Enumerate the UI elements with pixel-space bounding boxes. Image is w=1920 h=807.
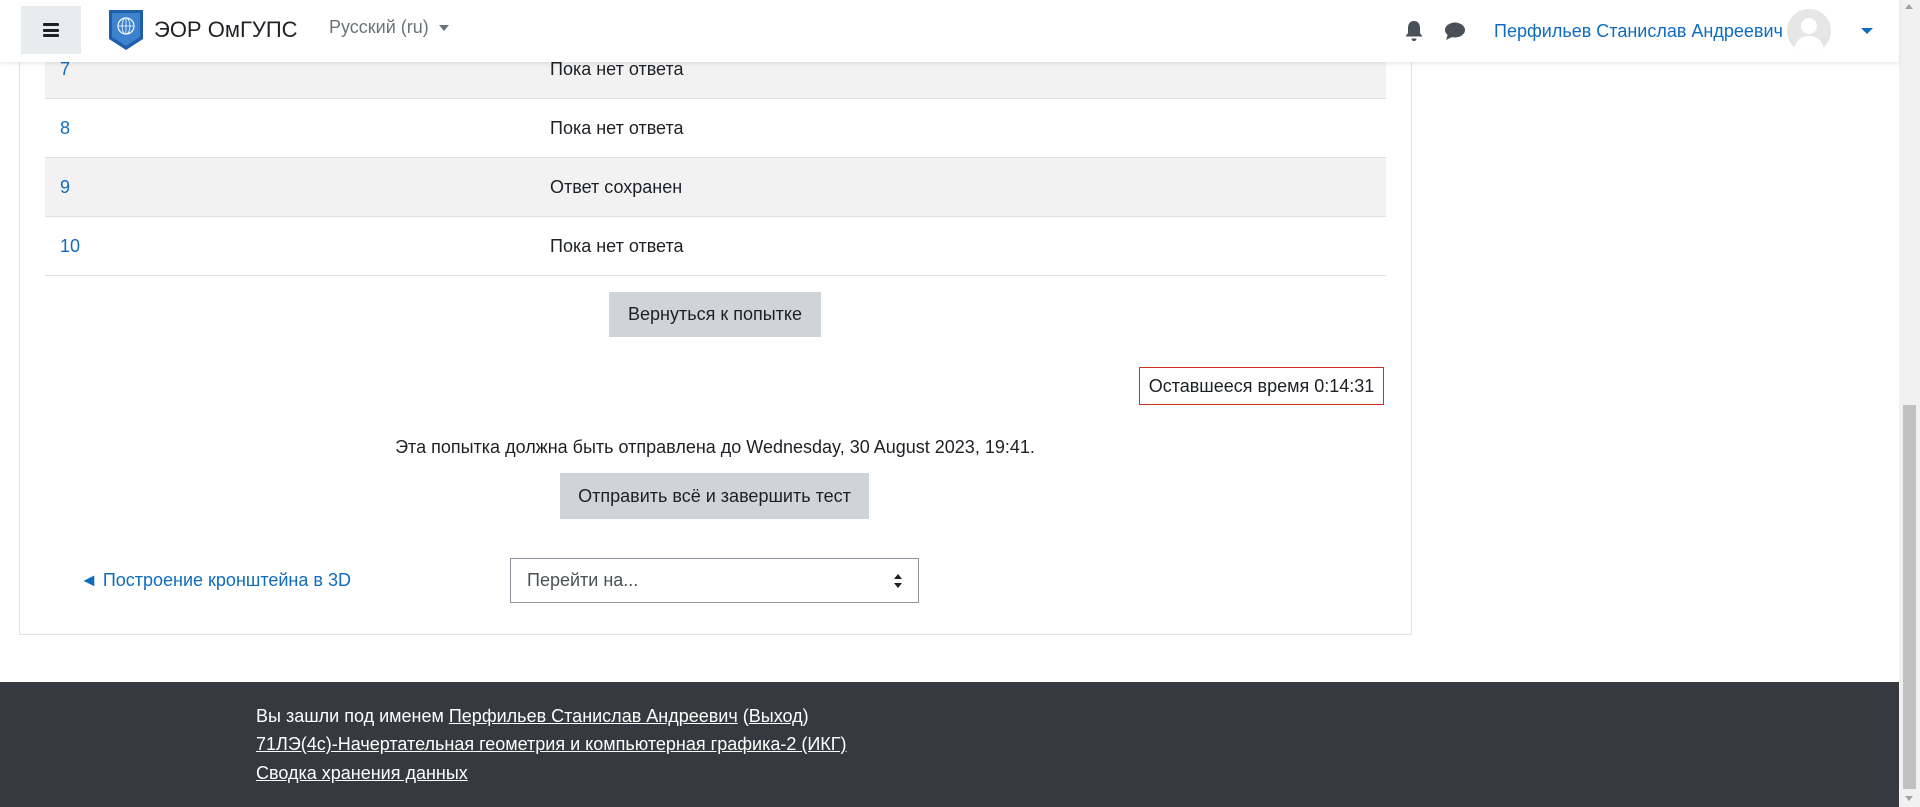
drawer-toggle-button[interactable] [21, 6, 81, 54]
submit-all-and-finish-button[interactable]: Отправить всё и завершить тест [560, 473, 869, 519]
scroll-thumb[interactable] [1903, 405, 1916, 789]
site-name: ЭОР ОмГУПС [154, 17, 298, 42]
site-brand-link[interactable]: ЭОР ОмГУПС [108, 8, 298, 52]
previous-activity-link[interactable]: ◄ Построение кронштейна в 3D [80, 570, 351, 591]
table-row: 10 Пока нет ответа [45, 216, 1386, 276]
chevron-down-icon [1860, 28, 1873, 34]
question-link[interactable]: 8 [60, 118, 70, 138]
user-menu[interactable]: Перфильев Станислав Андреевич [1494, 8, 1873, 54]
language-label: Русский (ru) [329, 17, 429, 37]
user-name: Перфильев Станислав Андреевич [1494, 20, 1783, 41]
jump-to-placeholder: Перейти на... [527, 570, 639, 590]
logout-link[interactable]: Выход [749, 706, 803, 726]
return-to-attempt-button[interactable]: Вернуться к попытке [609, 292, 821, 337]
time-remaining-box: Оставшееся время 0:14:31 [1139, 367, 1384, 405]
university-logo [109, 10, 143, 50]
data-retention-link[interactable]: Сводка хранения данных [256, 763, 468, 783]
table-row: 9 Ответ сохранен [45, 157, 1386, 217]
scroll-up-arrow-icon[interactable] [1905, 4, 1913, 9]
page-scrollbar[interactable] [1899, 0, 1920, 807]
login-info-prefix: Вы зашли под именем [256, 706, 444, 726]
question-link[interactable]: 9 [60, 177, 70, 197]
user-silhouette-icon [1786, 9, 1831, 53]
page-footer: Вы зашли под именем Перфильев Станислав … [0, 682, 1899, 807]
footer-user-link[interactable]: Перфильев Станислав Андреевич [449, 706, 738, 726]
table-row: 8 Пока нет ответа [45, 98, 1386, 158]
top-navbar: ЭОР ОмГУПС Русский (ru) Перфильев Станис… [0, 0, 1899, 62]
login-info: Вы зашли под именем Перфильев Станислав … [256, 706, 809, 726]
timer-value: 0:14:31 [1314, 375, 1375, 396]
question-status: Пока нет ответа [550, 216, 1386, 276]
jump-to-select[interactable]: Перейти на... [510, 558, 919, 603]
submission-deadline-text: Эта попытка должна быть отправлена до We… [395, 437, 1035, 457]
scroll-down-arrow-icon[interactable] [1905, 796, 1913, 801]
timer-label: Оставшееся время [1148, 375, 1310, 396]
question-status: Ответ сохранен [550, 157, 1386, 217]
bell-icon[interactable] [1404, 20, 1424, 42]
chat-icon[interactable] [1444, 21, 1466, 41]
question-link[interactable]: 10 [60, 236, 80, 256]
hamburger-icon [43, 23, 59, 37]
course-link[interactable]: 71ЛЭ(4с)-Начертательная геометрия и комп… [256, 734, 847, 754]
question-status: Пока нет ответа [550, 98, 1386, 158]
select-arrows-icon [894, 574, 902, 588]
language-menu[interactable]: Русский (ru) [329, 17, 449, 38]
attempt-summary-table: 7 Пока нет ответа 8 Пока нет ответа 9 От… [45, 40, 1386, 276]
chevron-down-icon [438, 24, 449, 31]
avatar [1786, 9, 1831, 53]
